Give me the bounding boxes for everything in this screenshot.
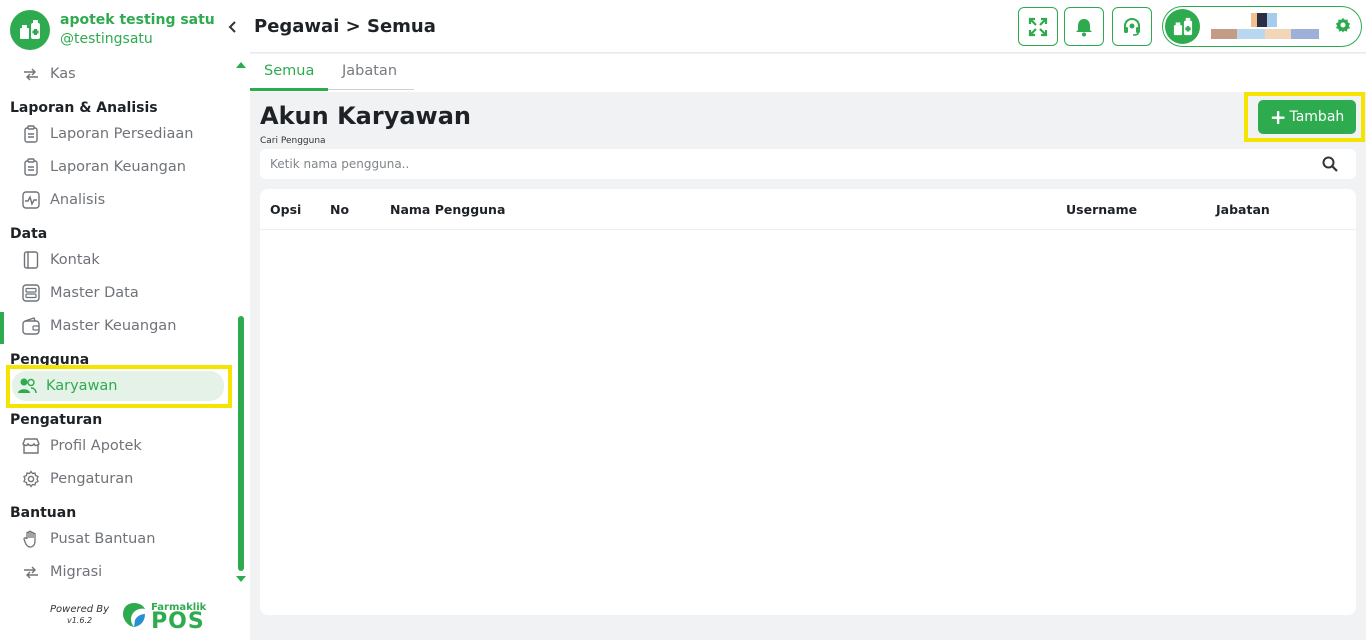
page-title: Pegawai > Semua [254,16,436,37]
section-laporan-analisis: Laporan & Analisis [10,100,158,116]
notification-button[interactable] [1064,7,1104,46]
search-box [260,149,1356,179]
employee-table: Opsi No Nama Pengguna Username Jabatan [260,189,1356,615]
tab-semua[interactable]: Semua [264,63,314,90]
sidebar-item-kas[interactable]: Kas [16,59,224,89]
section-pengaturan: Pengaturan [10,412,103,428]
tab-divider [328,89,414,90]
sidebar-item-label: Pusat Bantuan [50,531,156,547]
scroll-down-icon[interactable] [236,576,246,582]
highlight-box [1244,92,1365,142]
sidebar-item-analisis[interactable]: Analisis [16,185,224,215]
clipboard-icon [20,123,42,145]
activity-icon [20,189,42,211]
app-handle: @testingsatu [60,31,153,47]
sidebar: apotek testing satu @testingsatu Kas Lap… [0,0,250,640]
sidebar-item-pusat-bantuan[interactable]: Pusat Bantuan [16,524,224,554]
support-button[interactable] [1112,7,1152,46]
search-label: Cari Pengguna [260,136,326,146]
sidebar-item-label: Kontak [50,252,100,268]
column-opsi: Opsi [270,202,302,217]
sidebar-item-label: Migrasi [50,564,103,580]
sidebar-item-migrasi[interactable]: Migrasi [16,557,224,587]
section-data: Data [10,226,48,242]
top-header: Pegawai > Semua [250,0,1366,53]
headset-icon [1124,17,1140,36]
gear-icon [20,468,42,490]
sidebar-item-profil-apotek[interactable]: Profil Apotek [16,431,224,461]
sidebar-item-laporan-keuangan[interactable]: Laporan Keuangan [16,152,224,182]
sidebar-item-label: Profil Apotek [50,438,142,454]
column-nama-pengguna: Nama Pengguna [390,202,506,217]
brand-big: POS [151,608,205,634]
highlight-box [6,365,232,408]
store-icon [20,435,42,457]
sidebar-item-label: Master Keuangan [50,318,177,334]
tab-jabatan[interactable]: Jabatan [342,63,397,90]
sidebar-item-laporan-persediaan[interactable]: Laporan Persediaan [16,119,224,149]
sidebar-item-master-keuangan[interactable]: Master Keuangan [16,311,224,341]
main-content: Akun Karyawan + Tambah Cari Pengguna Ops… [250,92,1366,640]
scroll-up-icon[interactable] [236,62,246,68]
column-no: No [330,202,350,217]
active-indicator [0,312,4,344]
hand-icon [20,528,42,550]
search-input[interactable] [270,155,1300,173]
app-name: apotek testing satu [60,12,215,28]
fullscreen-icon [1028,17,1048,36]
bell-icon [1076,18,1092,36]
scroll-thumb[interactable] [238,316,244,571]
transfer-icon [20,63,42,85]
page-heading: Akun Karyawan [260,102,471,130]
tab-bar: Semua Jabatan [250,54,1366,92]
sidebar-item-kontak[interactable]: Kontak [16,245,224,275]
profile-name-redacted [1211,13,1321,41]
pharmacy-logo-icon [10,10,50,50]
fullscreen-button[interactable] [1018,7,1058,46]
brand: apotek testing satu @testingsatu [10,10,215,50]
column-jabatan: Jabatan [1216,202,1270,217]
sidebar-item-pengaturan[interactable]: Pengaturan [16,464,224,494]
sidebar-item-label: Kas [50,66,76,82]
search-icon[interactable] [1322,156,1338,176]
sidebar-item-label: Laporan Persediaan [50,126,194,142]
wallet-icon [20,315,42,337]
sidebar-item-label: Laporan Keuangan [50,159,186,175]
transfer-icon [20,561,42,583]
contact-book-icon [20,249,42,271]
sidebar-item-master-data[interactable]: Master Data [16,278,224,308]
profile-menu[interactable] [1162,6,1362,47]
powered-by: Powered By v1.6.2 Farmaklik POS [50,600,206,633]
farmaklik-pos-logo: Farmaklik POS [119,600,206,632]
clipboard-icon [20,156,42,178]
sidebar-item-label: Pengaturan [50,471,134,487]
column-username: Username [1066,202,1138,217]
database-icon [20,282,42,304]
active-tab-indicator [250,88,328,91]
gear-icon[interactable] [1335,17,1351,37]
section-bantuan: Bantuan [10,505,77,521]
powered-by-label: Powered By [50,604,110,615]
sidebar-item-label: Analisis [50,192,106,208]
sidebar-scrollbar[interactable] [236,60,246,588]
table-header: Opsi No Nama Pengguna Username Jabatan [260,189,1356,230]
avatar [1165,9,1200,44]
version-label: v1.6.2 [66,616,93,625]
chevron-left-icon[interactable] [228,18,238,37]
farmaklik-logo-icon [123,603,146,627]
sidebar-item-label: Master Data [50,285,139,301]
